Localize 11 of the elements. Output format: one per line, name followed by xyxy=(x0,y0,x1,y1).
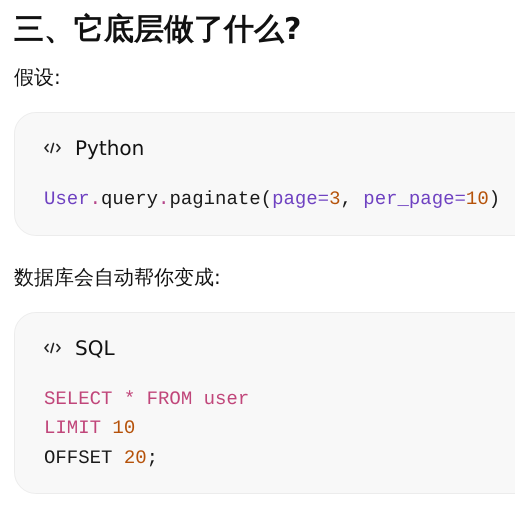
code-line: LIMIT 10 xyxy=(44,416,136,441)
code-line: SELECT * FROM user xyxy=(44,386,250,412)
code-line: OFFSET 20; xyxy=(44,446,158,470)
language-label: Python xyxy=(75,136,144,160)
code-line: User.query.paginate(page=3, per_page=10) xyxy=(44,187,500,212)
language-label: SQL xyxy=(75,336,115,360)
paragraph: 数据库会自动帮你变成: xyxy=(14,264,222,290)
section-heading: 三、它底层做了什么? xyxy=(14,11,302,49)
code-icon xyxy=(44,342,61,354)
paragraph: 假设: xyxy=(14,64,62,91)
code-icon xyxy=(44,142,61,154)
